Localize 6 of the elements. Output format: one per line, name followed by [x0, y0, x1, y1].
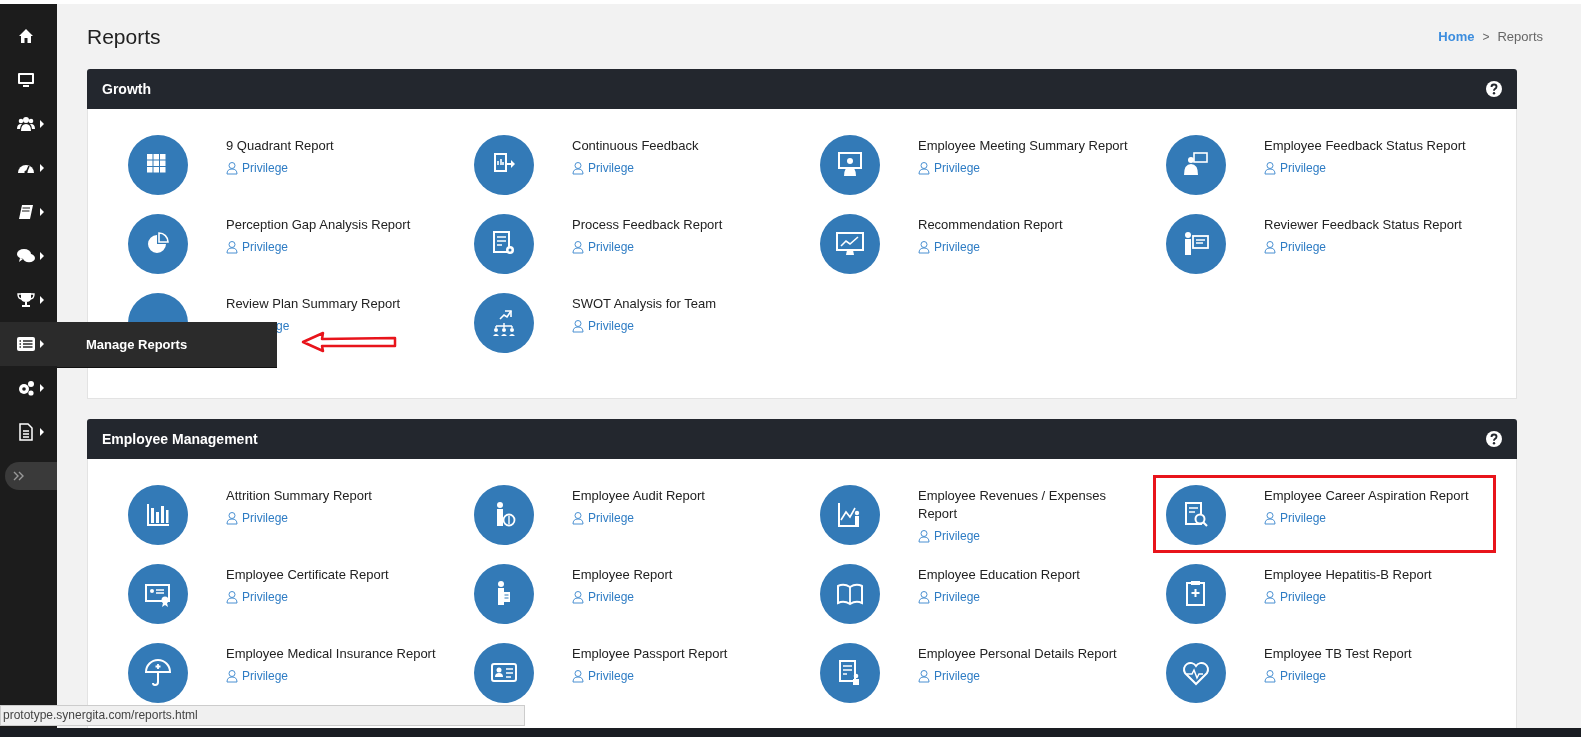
section-title: Employee Management [102, 431, 258, 447]
page-title: Reports [87, 24, 161, 49]
breadcrumb-separator: > [1482, 29, 1490, 44]
section-title: Growth [102, 81, 151, 97]
breadcrumb-current: Reports [1497, 29, 1543, 44]
status-bar: prototype.synergita.com/reports.html [0, 705, 525, 726]
